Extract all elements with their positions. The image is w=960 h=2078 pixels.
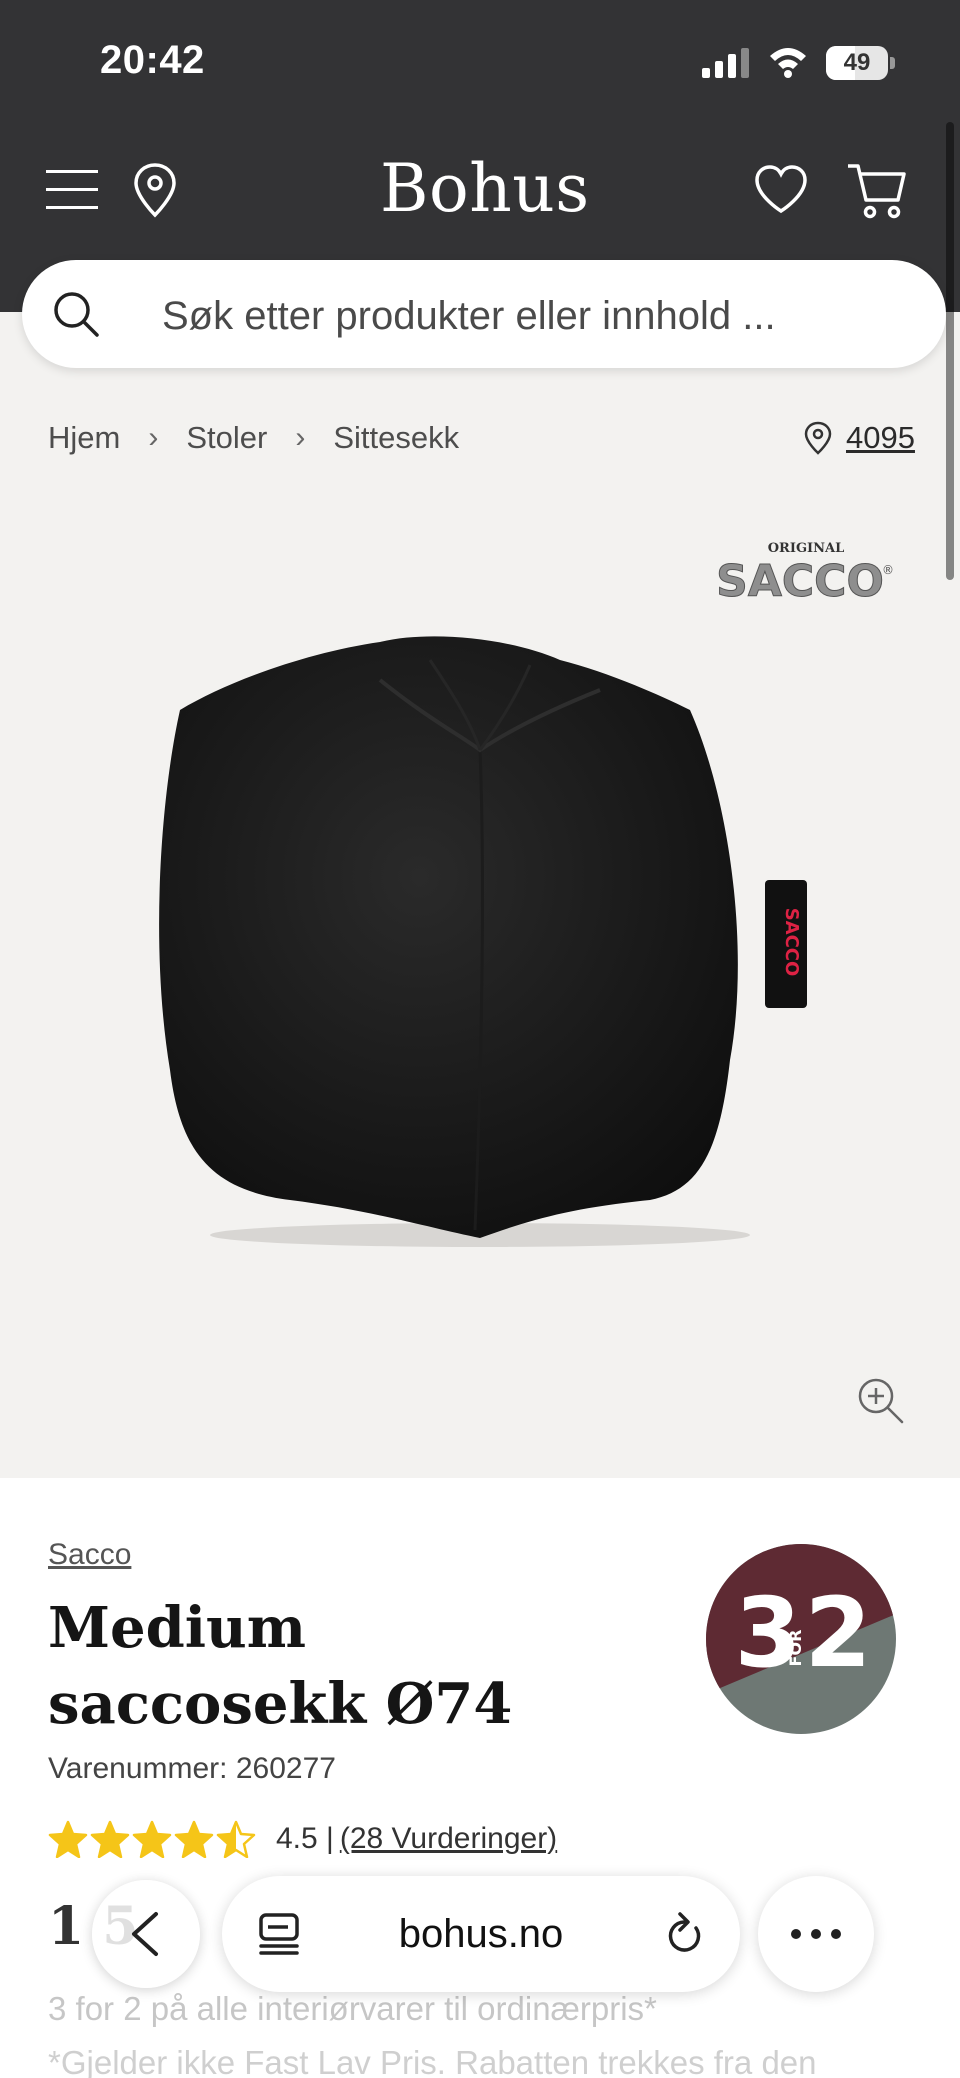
- breadcrumb-stoler[interactable]: Stoler: [186, 420, 267, 456]
- svg-text:FOR: FOR: [786, 1630, 805, 1667]
- star-icon: [216, 1820, 256, 1858]
- back-arrow-icon: [132, 1912, 158, 1956]
- product-title: Medium saccosekk Ø74: [48, 1595, 513, 1737]
- more-button[interactable]: [758, 1876, 874, 1992]
- rating-value: 4.5 |: [276, 1822, 334, 1855]
- location-pin-icon[interactable]: [132, 162, 178, 218]
- star-icon: [90, 1820, 130, 1858]
- svg-text:2: 2: [805, 1577, 872, 1689]
- heart-icon[interactable]: [754, 164, 808, 216]
- bohus-logo[interactable]: Bohus: [380, 150, 590, 227]
- status-time: 20:42: [100, 38, 205, 82]
- star-icon: [174, 1820, 214, 1858]
- sacco-brand-logo: ORIGINAL SACCO ®: [716, 541, 894, 604]
- browser-back-button[interactable]: [92, 1880, 200, 1988]
- search-icon: [54, 292, 99, 337]
- star-icon: [132, 1820, 172, 1858]
- wifi-icon: [770, 48, 806, 78]
- reviews-link[interactable]: (28 Vurderinger): [340, 1822, 557, 1856]
- menu-icon[interactable]: [46, 168, 98, 212]
- store-number[interactable]: 4095: [846, 420, 915, 456]
- svg-text:ORIGINAL: ORIGINAL: [768, 541, 845, 556]
- svg-text:SACCO: SACCO: [781, 908, 802, 977]
- svg-text:SACCO: SACCO: [716, 556, 884, 604]
- cart-icon[interactable]: [846, 160, 908, 220]
- product-rating: 4.5 | (28 Vurderinger): [48, 1820, 557, 1858]
- breadcrumb: Hjem › Stoler › Sittesekk: [48, 420, 459, 456]
- star-icon: [48, 1820, 88, 1858]
- search-input[interactable]: Søk etter produkter eller innhold ...: [162, 294, 776, 339]
- zoom-in-icon[interactable]: [856, 1376, 906, 1426]
- scroll-indicator[interactable]: [946, 122, 954, 580]
- 3-for-2-badge: 3 FOR 2: [706, 1544, 896, 1734]
- store-selector[interactable]: 4095: [804, 420, 915, 456]
- breadcrumb-home[interactable]: Hjem: [48, 420, 120, 456]
- chevron-right-icon: ›: [148, 421, 159, 454]
- promo-disclaimer: *Gjelder ikke Fast Lav Pris. Rabatten tr…: [48, 2044, 817, 2078]
- breadcrumb-sittesekk[interactable]: Sittesekk: [333, 420, 459, 456]
- signal-icon: [702, 48, 749, 78]
- product-sku: Varenummer: 260277: [48, 1752, 336, 1785]
- reload-icon[interactable]: [662, 1910, 706, 1958]
- address-bar[interactable]: bohus.no: [222, 1876, 740, 1992]
- svg-text:®: ®: [882, 563, 894, 577]
- rating-stars: [48, 1820, 258, 1858]
- search-bar[interactable]: Søk etter produkter eller innhold ...: [22, 260, 946, 368]
- more-icon: [791, 1929, 841, 1939]
- product-image[interactable]: SACCO: [130, 630, 830, 1250]
- brand-link[interactable]: Sacco: [48, 1538, 131, 1572]
- chevron-right-icon: ›: [295, 421, 306, 454]
- location-pin-icon: [804, 421, 832, 455]
- promo-text: 3 for 2 på alle interiørvarer til ordinæ…: [48, 1990, 657, 2027]
- battery-indicator: 49: [826, 46, 896, 80]
